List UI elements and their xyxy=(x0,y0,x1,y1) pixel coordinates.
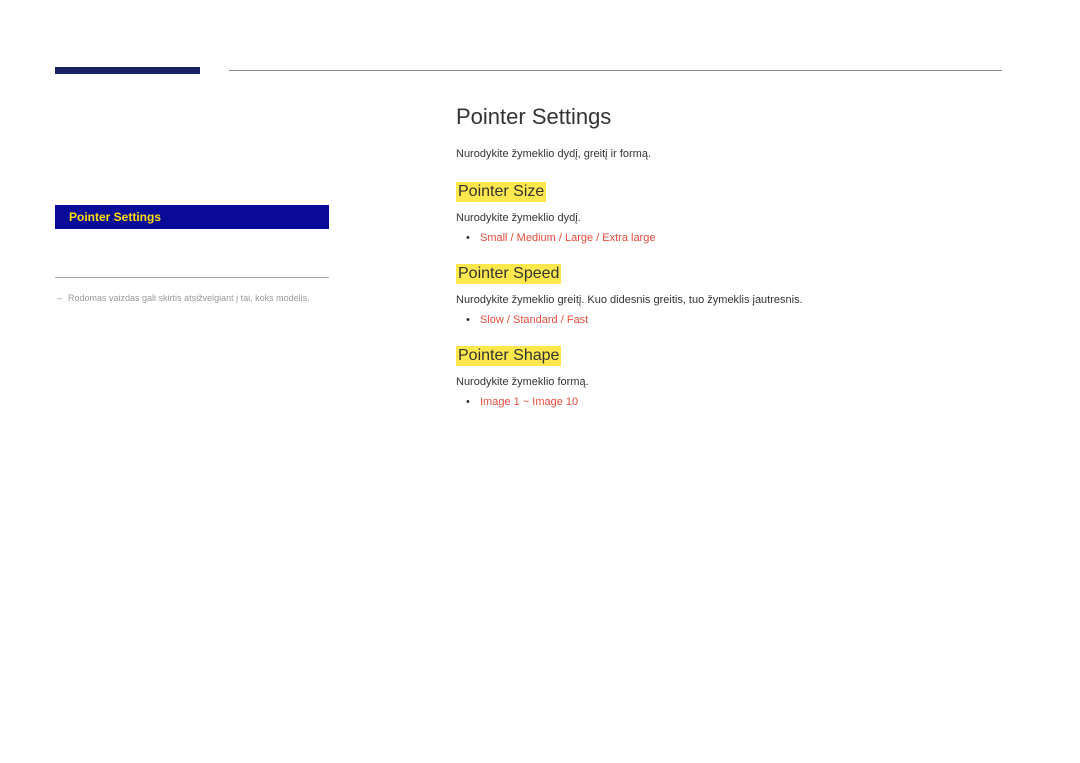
main-content: Pointer Settings Nurodykite žymeklio dyd… xyxy=(456,104,1016,428)
sidebar-item-pointer-settings[interactable]: Pointer Settings xyxy=(55,205,329,229)
section-options-shape: Image 1 ~ Image 10 xyxy=(480,396,1016,408)
intro-text: Nurodykite žymeklio dydį, greitį ir form… xyxy=(456,148,1016,160)
sidebar: Pointer Settings – Rodomas vaizdas gali … xyxy=(55,205,329,305)
sidebar-item-label: Pointer Settings xyxy=(69,210,161,224)
section-pointer-speed: Pointer Speed Nurodykite žymeklio greitį… xyxy=(456,264,1016,326)
section-desc-speed: Nurodykite žymeklio greitį. Kuo didesnis… xyxy=(456,294,1016,306)
top-accent-bar xyxy=(55,67,200,74)
sidebar-separator xyxy=(55,277,329,278)
section-desc-size: Nurodykite žymeklio dydį. xyxy=(456,212,1016,224)
section-title-speed: Pointer Speed xyxy=(456,264,561,284)
section-title-shape: Pointer Shape xyxy=(456,346,561,366)
sidebar-footnote: – Rodomas vaizdas gali skirtis atsižvelg… xyxy=(55,292,329,305)
section-desc-shape: Nurodykite žymeklio formą. xyxy=(456,376,1016,388)
top-divider-line xyxy=(229,70,1002,71)
section-pointer-shape: Pointer Shape Nurodykite žymeklio formą.… xyxy=(456,346,1016,408)
footnote-text: Rodomas vaizdas gali skirtis atsižvelgia… xyxy=(68,292,310,305)
footnote-dash: – xyxy=(57,292,62,305)
section-options-size: Small / Medium / Large / Extra large xyxy=(480,232,1016,244)
page-title: Pointer Settings xyxy=(456,104,1016,130)
options-text-size: Small / Medium / Large / Extra large xyxy=(480,232,655,244)
options-text-speed: Slow / Standard / Fast xyxy=(480,314,588,326)
options-text-shape: Image 1 ~ Image 10 xyxy=(480,396,578,408)
section-title-size: Pointer Size xyxy=(456,182,546,202)
section-pointer-size: Pointer Size Nurodykite žymeklio dydį. S… xyxy=(456,182,1016,244)
section-options-speed: Slow / Standard / Fast xyxy=(480,314,1016,326)
